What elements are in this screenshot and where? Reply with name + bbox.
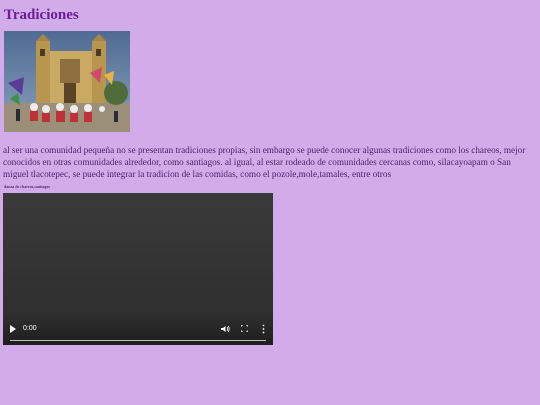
volume-icon[interactable] bbox=[221, 325, 230, 333]
church-festival-image bbox=[4, 31, 130, 132]
fullscreen-icon[interactable] bbox=[240, 324, 249, 333]
more-options-icon[interactable] bbox=[262, 324, 265, 334]
video-controls: 0:00 bbox=[3, 319, 273, 345]
video-progress-bar[interactable] bbox=[10, 340, 266, 341]
traditions-paragraph: al ser una comunidad pequeña no se prese… bbox=[3, 145, 526, 179]
play-icon[interactable] bbox=[10, 325, 16, 333]
video-player[interactable]: 0:00 bbox=[3, 193, 273, 345]
page-title: Tradiciones bbox=[4, 7, 79, 23]
video-caption: danza de chareos,santiagos bbox=[4, 184, 51, 189]
current-time: 0:00 bbox=[23, 325, 37, 332]
